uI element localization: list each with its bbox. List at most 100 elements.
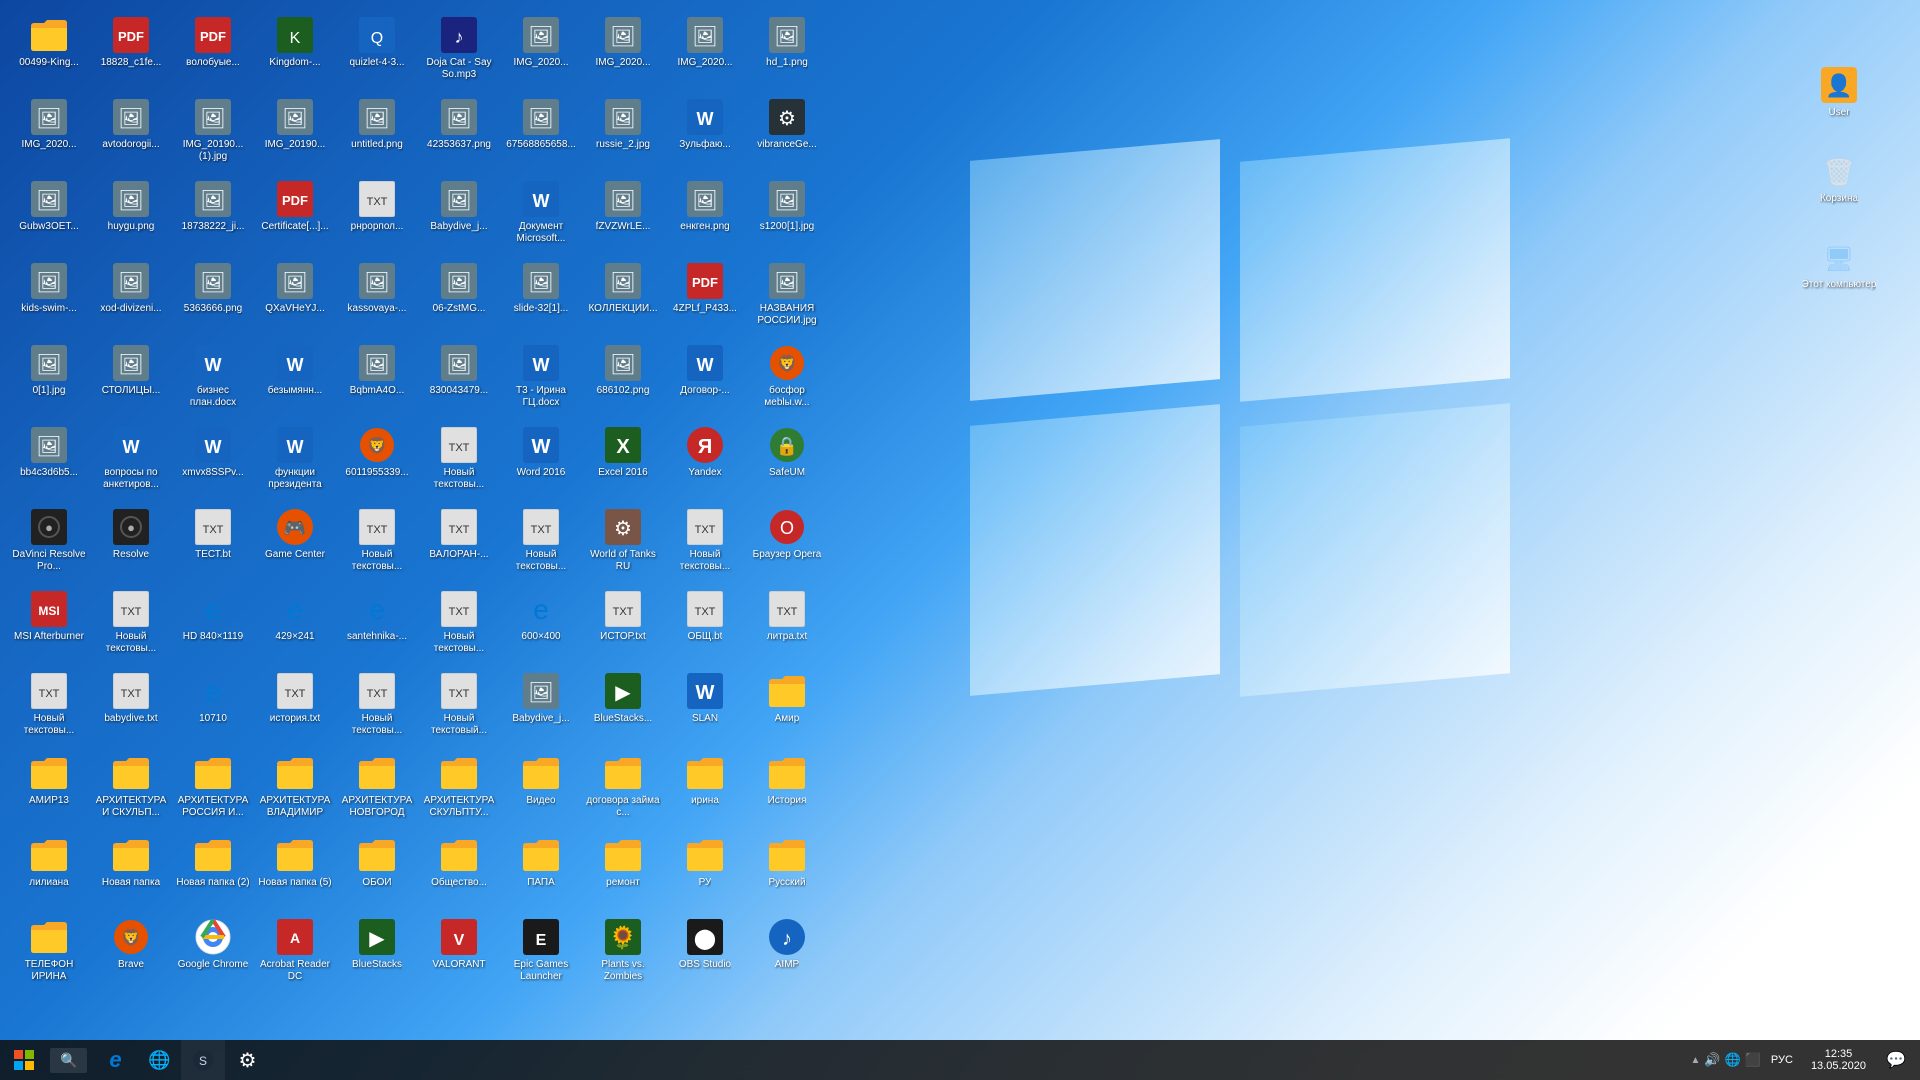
desktop-icon-huygu[interactable]: 🖼huygu.png — [91, 175, 171, 255]
desktop-icon-aimp[interactable]: ♪AIMP — [747, 913, 827, 993]
desktop-icon-qxa[interactable]: 🖼QXaVHeYJ... — [255, 257, 335, 337]
desktop-icon-kollek[interactable]: 🖼КОЛЛЕКЦИИ... — [583, 257, 663, 337]
desktop-icon-edge429[interactable]: e429×241 — [255, 585, 335, 665]
desktop-icon-novtxt8[interactable]: TXTНовый текстовы... — [665, 503, 745, 583]
desktop-icon-wot[interactable]: ⚙World of Tanks RU — [583, 503, 663, 583]
desktop-icon-brave1[interactable]: 🦁Brave — [91, 913, 171, 993]
desktop-icon-resolve2[interactable]: ●Resolve — [91, 503, 171, 583]
systray-network[interactable]: 🌐 — [1725, 1052, 1741, 1068]
desktop-icon-pnrp[interactable]: TXTрнрорпол... — [337, 175, 417, 255]
taskbar-chrome[interactable]: 🌐 — [137, 1040, 181, 1080]
desktop-icon-slan[interactable]: WSLAN — [665, 667, 745, 747]
desktop-icon-papa[interactable]: ПАПА — [501, 831, 581, 911]
taskbar-search[interactable]: 🔍 — [50, 1048, 87, 1073]
desktop-icon-telfon[interactable]: ТЕЛЕФОН ИРИНА — [9, 913, 89, 993]
desktop-icon-arh_vlad[interactable]: АРХИТЕКТУРА ВЛАДИМИР — [255, 749, 335, 829]
desktop-icon-bosphor[interactable]: 🦁босфор меblы.w... — [747, 339, 827, 419]
desktop-icon-safeup[interactable]: 🔒SafeUM — [747, 421, 827, 501]
desktop-icon-bluestacks1[interactable]: ▶BlueStacks — [337, 913, 417, 993]
desktop-icon-bb4c3[interactable]: 🖼bb4c3d6b5... — [9, 421, 89, 501]
desktop-icon-russie2[interactable]: 🖼russie_2.jpg — [583, 93, 663, 173]
taskbar-steam[interactable]: S — [181, 1040, 225, 1080]
desktop-icon-vibranceg[interactable]: ⚙vibranceGe... — [747, 93, 827, 173]
desktop-icon-kids[interactable]: 🖼kids-swim-... — [9, 257, 89, 337]
start-button[interactable] — [0, 1040, 48, 1080]
desktop-icon-xod[interactable]: 🖼xod-divizeni... — [91, 257, 171, 337]
desktop-icon-18738[interactable]: 🖼18738222_ji... — [173, 175, 253, 255]
taskbar-edge[interactable]: e — [93, 1040, 137, 1080]
desktop-icon-novtxt1[interactable]: TXTНовый текстовы... — [9, 667, 89, 747]
desktop-icon-epicgames[interactable]: EEpic Games Launcher — [501, 913, 581, 993]
desktop-icon-686102[interactable]: 🖼686102.png — [583, 339, 663, 419]
desktop-icon-func_pres[interactable]: Wфункции президента — [255, 421, 335, 501]
desktop-icon-img2020_4[interactable]: 🖼IMG_2020... — [665, 11, 745, 91]
desktop-icon-amir13[interactable]: АМИР13 — [9, 749, 89, 829]
desktop-icon-istorbt[interactable]: TXTИСТОР.txt — [583, 585, 663, 665]
desktop-icon-yandex[interactable]: ЯYandex — [665, 421, 745, 501]
desktop-icon-gubw[interactable]: 🖼Gubw3OET... — [9, 175, 89, 255]
desktop-icon-img2019_2[interactable]: 🖼IMG_20190... — [255, 93, 335, 173]
desktop-icon-bizplan[interactable]: Wбизнес план.docx — [173, 339, 253, 419]
desktop-icon-edge600[interactable]: e600×400 — [501, 585, 581, 665]
desktop-icon-img2020_3[interactable]: 🖼IMG_2020... — [583, 11, 663, 91]
desktop-icon-s1200[interactable]: 🖼s1200[1].jpg — [747, 175, 827, 255]
desktop-icon-zulfan[interactable]: WЗульфаю... — [665, 93, 745, 173]
desktop-icon-acrobat[interactable]: AAcrobat Reader DC — [255, 913, 335, 993]
desktop-icon-dogovor_zaym[interactable]: договора займа с... — [583, 749, 663, 829]
systray-speaker[interactable]: 🔊 — [1704, 1052, 1720, 1068]
desktop-icon-0_1[interactable]: 🖼0[1].jpg — [9, 339, 89, 419]
desktop-icon-untitled[interactable]: 🖼untitled.png — [337, 93, 417, 173]
desktop-icon-5363[interactable]: 🖼5363666.png — [173, 257, 253, 337]
desktop-icon-kingdom[interactable]: KKingdom-... — [255, 11, 335, 91]
desktop-icon-img2019_1[interactable]: 🖼IMG_20190... (1).jpg — [173, 93, 253, 173]
desktop-icon-arh_skul[interactable]: АРХИТЕКТУРА СКУЛЬПТУ... — [419, 749, 499, 829]
desktop-icon-test[interactable]: TXTТЕСТ.bt — [173, 503, 253, 583]
desktop-icon-davinci[interactable]: ●DaVinci Resolve Pro... — [9, 503, 89, 583]
desktop-icon-dogovor_r[interactable]: WДоговор-... — [665, 339, 745, 419]
desktop-icon-gamecenter[interactable]: 🎮Game Center — [255, 503, 335, 583]
desktop-icon-xmvx[interactable]: Wxmvx8SSPv... — [173, 421, 253, 501]
desktop-icon-t3irina[interactable]: WТ3 - Ирина ГЦ.docx — [501, 339, 581, 419]
desktop-icon-excel2016[interactable]: XExcel 2016 — [583, 421, 663, 501]
desktop-icon-obshbt[interactable]: TXTОБЩ.bt — [665, 585, 745, 665]
desktop-icon-novtxt3[interactable]: TXTНовый текстовы... — [337, 503, 417, 583]
desktop-icon-voprosy[interactable]: Wвопросы по анкетиров... — [91, 421, 171, 501]
desktop-icon-novtxtml[interactable]: TXTНовый текстовый... — [419, 667, 499, 747]
desktop-icon-obs[interactable]: ⬤OBS Studio — [665, 913, 745, 993]
desktop-icon-dokument[interactable]: WДокумент Microsoft... — [501, 175, 581, 255]
desktop-icon-valoban[interactable]: TXTВАЛОРАН-... — [419, 503, 499, 583]
desktop-icon-bqbm[interactable]: 🖼BqbmA4O... — [337, 339, 417, 419]
desktop-icon-irina[interactable]: ирина — [665, 749, 745, 829]
desktop-icon-slide32[interactable]: 🖼slide-32[1]... — [501, 257, 581, 337]
desktop-icon-novtxt5[interactable]: TXTНовый текстовы... — [419, 421, 499, 501]
desktop-icon-novtxt2[interactable]: TXTНовый текстовы... — [91, 585, 171, 665]
desktop-icon-novtxt7[interactable]: TXTНовый текстовы... — [501, 503, 581, 583]
desktop-icon-istoriya2[interactable]: История — [747, 749, 827, 829]
desktop-icon-06zst[interactable]: 🖼06-ZstMG... — [419, 257, 499, 337]
desktop-icon-00499[interactable]: 00499-King... — [9, 11, 89, 91]
desktop-icon-4zplf[interactable]: PDF4ZPLf_P433... — [665, 257, 745, 337]
desktop-icon-babydive_j2[interactable]: 🖼Babydive_j... — [501, 667, 581, 747]
desktop-icon-arhvladimir[interactable]: АРХИТЕКТУРА И СКУЛЬП... — [91, 749, 171, 829]
desktop-icon-novpapka2[interactable]: Новая папка (2) — [173, 831, 253, 911]
desktop-icon-kassov[interactable]: 🖼kassovaya-... — [337, 257, 417, 337]
desktop-icon-6011[interactable]: 🦁6011955339... — [337, 421, 417, 501]
desktop-icon-novpapka[interactable]: Новая папка — [91, 831, 171, 911]
desktop-icon-word2016[interactable]: WWord 2016 — [501, 421, 581, 501]
taskbar-settings[interactable]: ⚙ — [225, 1040, 269, 1080]
desktop-icon-arh_russia[interactable]: АРХИТЕКТУРА РОССИЯ И... — [173, 749, 253, 829]
desktop-icon-novtxt4[interactable]: TXTНовый текстовы... — [337, 667, 417, 747]
desktop-icon-valorant[interactable]: VVALORANT — [419, 913, 499, 993]
desktop-icon-doja[interactable]: ♪Doja Cat - Say So.mp3 — [419, 11, 499, 91]
desktop-icon-remont[interactable]: ремонт — [583, 831, 663, 911]
desktop-icon-russkiy[interactable]: Русский — [747, 831, 827, 911]
desktop-icon-img2020_1[interactable]: 🖼IMG_2020... — [9, 93, 89, 173]
desktop-icon-santeh[interactable]: esantehnika-... — [337, 585, 417, 665]
desktop-icon-plantsvszomb[interactable]: 🌻Plants vs. Zombies — [583, 913, 663, 993]
notification-center[interactable]: 💬 — [1880, 1040, 1912, 1080]
desktop-icon-engen[interactable]: 🖼енкген.png — [665, 175, 745, 255]
desktop-icon-voloboy[interactable]: PDFволобуые... — [173, 11, 253, 91]
desktop-icon-quizlet[interactable]: Qquizlet-4-3... — [337, 11, 417, 91]
desktop-icon-opera[interactable]: OБраузер Opera — [747, 503, 827, 583]
desktop-icon-litra[interactable]: TXTлитра.txt — [747, 585, 827, 665]
